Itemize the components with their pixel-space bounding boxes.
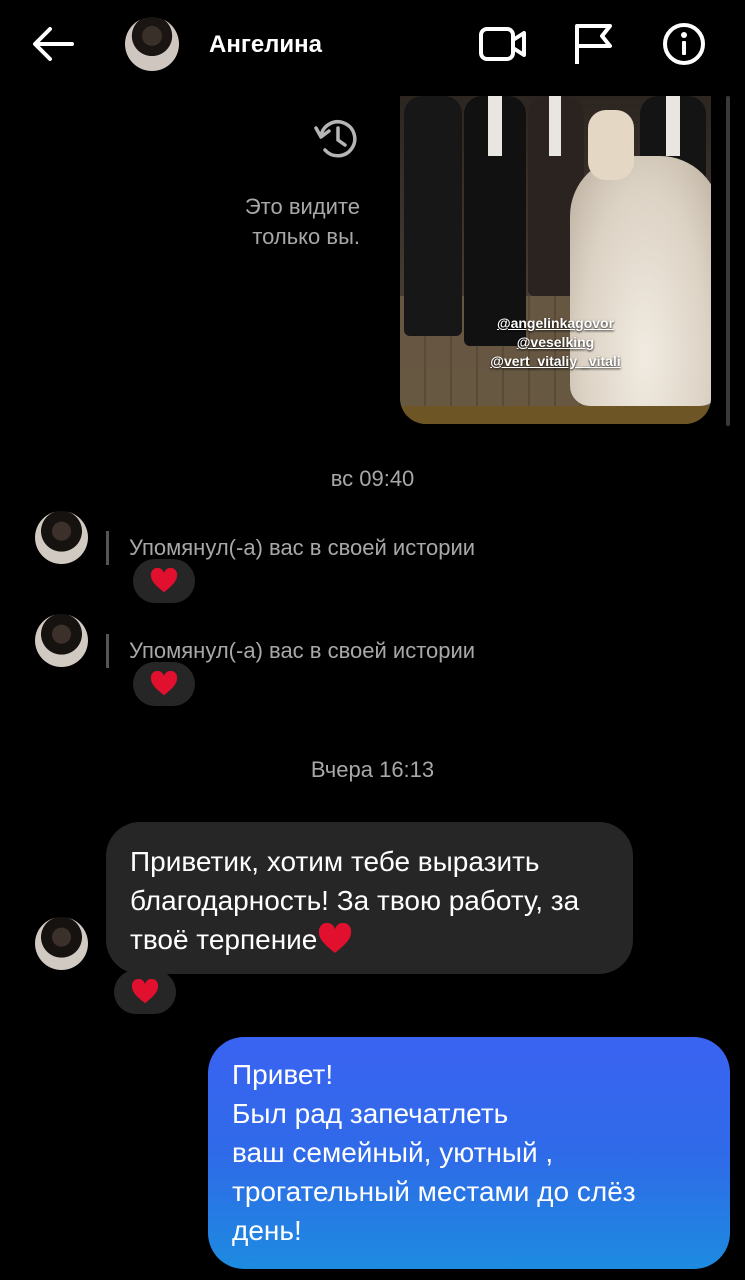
story-shirt — [549, 96, 561, 156]
avatar[interactable] — [35, 614, 88, 667]
timestamp: Вчера 16:13 — [310, 757, 435, 782]
incoming-message-text: Приветик, хотим тебе выразить благодарно… — [130, 846, 580, 955]
flag-icon[interactable] — [568, 20, 620, 68]
heart-icon — [150, 568, 178, 593]
story-visibility-note: Это видите только вы. — [244, 194, 360, 249]
story-person — [404, 96, 462, 336]
avatar[interactable] — [35, 917, 88, 970]
contact-avatar[interactable] — [125, 17, 179, 71]
info-icon[interactable] — [658, 20, 710, 68]
story-bottom-bar — [400, 406, 711, 424]
story-shirt — [488, 96, 502, 156]
story-tag: @vert_vitaliy _vitali — [490, 353, 621, 369]
history-icon — [312, 114, 362, 164]
story-bodice — [588, 110, 634, 180]
story-image[interactable]: @angelinkagovor @veselking @vert_vitaliy… — [400, 96, 711, 424]
video-call-icon[interactable] — [476, 20, 528, 68]
incoming-message[interactable]: Приветик, хотим тебе выразить благодарно… — [106, 822, 633, 974]
story-shirt — [666, 96, 680, 156]
heart-emoji-icon — [319, 923, 352, 953]
heart-reaction[interactable] — [133, 559, 195, 603]
story-tag: @veselking — [516, 334, 595, 350]
story-mention-tags: @angelinkagovor @veselking @vert_vitaliy… — [400, 314, 711, 371]
story-tag: @angelinkagovor — [496, 315, 615, 331]
avatar[interactable] — [35, 511, 88, 564]
back-arrow-icon[interactable] — [28, 22, 78, 66]
heart-icon — [131, 979, 159, 1004]
heart-icon — [150, 671, 178, 696]
timestamp: вс 09:40 — [330, 466, 415, 491]
chat-header: Ангелина — [0, 0, 745, 90]
heart-reaction[interactable] — [114, 970, 176, 1014]
outgoing-message[interactable]: Привет! Был рад запечатлеть ваш семейный… — [208, 1037, 730, 1269]
contact-name[interactable]: Ангелина — [209, 31, 322, 59]
scrollbar[interactable] — [726, 96, 730, 426]
heart-reaction[interactable] — [133, 662, 195, 706]
